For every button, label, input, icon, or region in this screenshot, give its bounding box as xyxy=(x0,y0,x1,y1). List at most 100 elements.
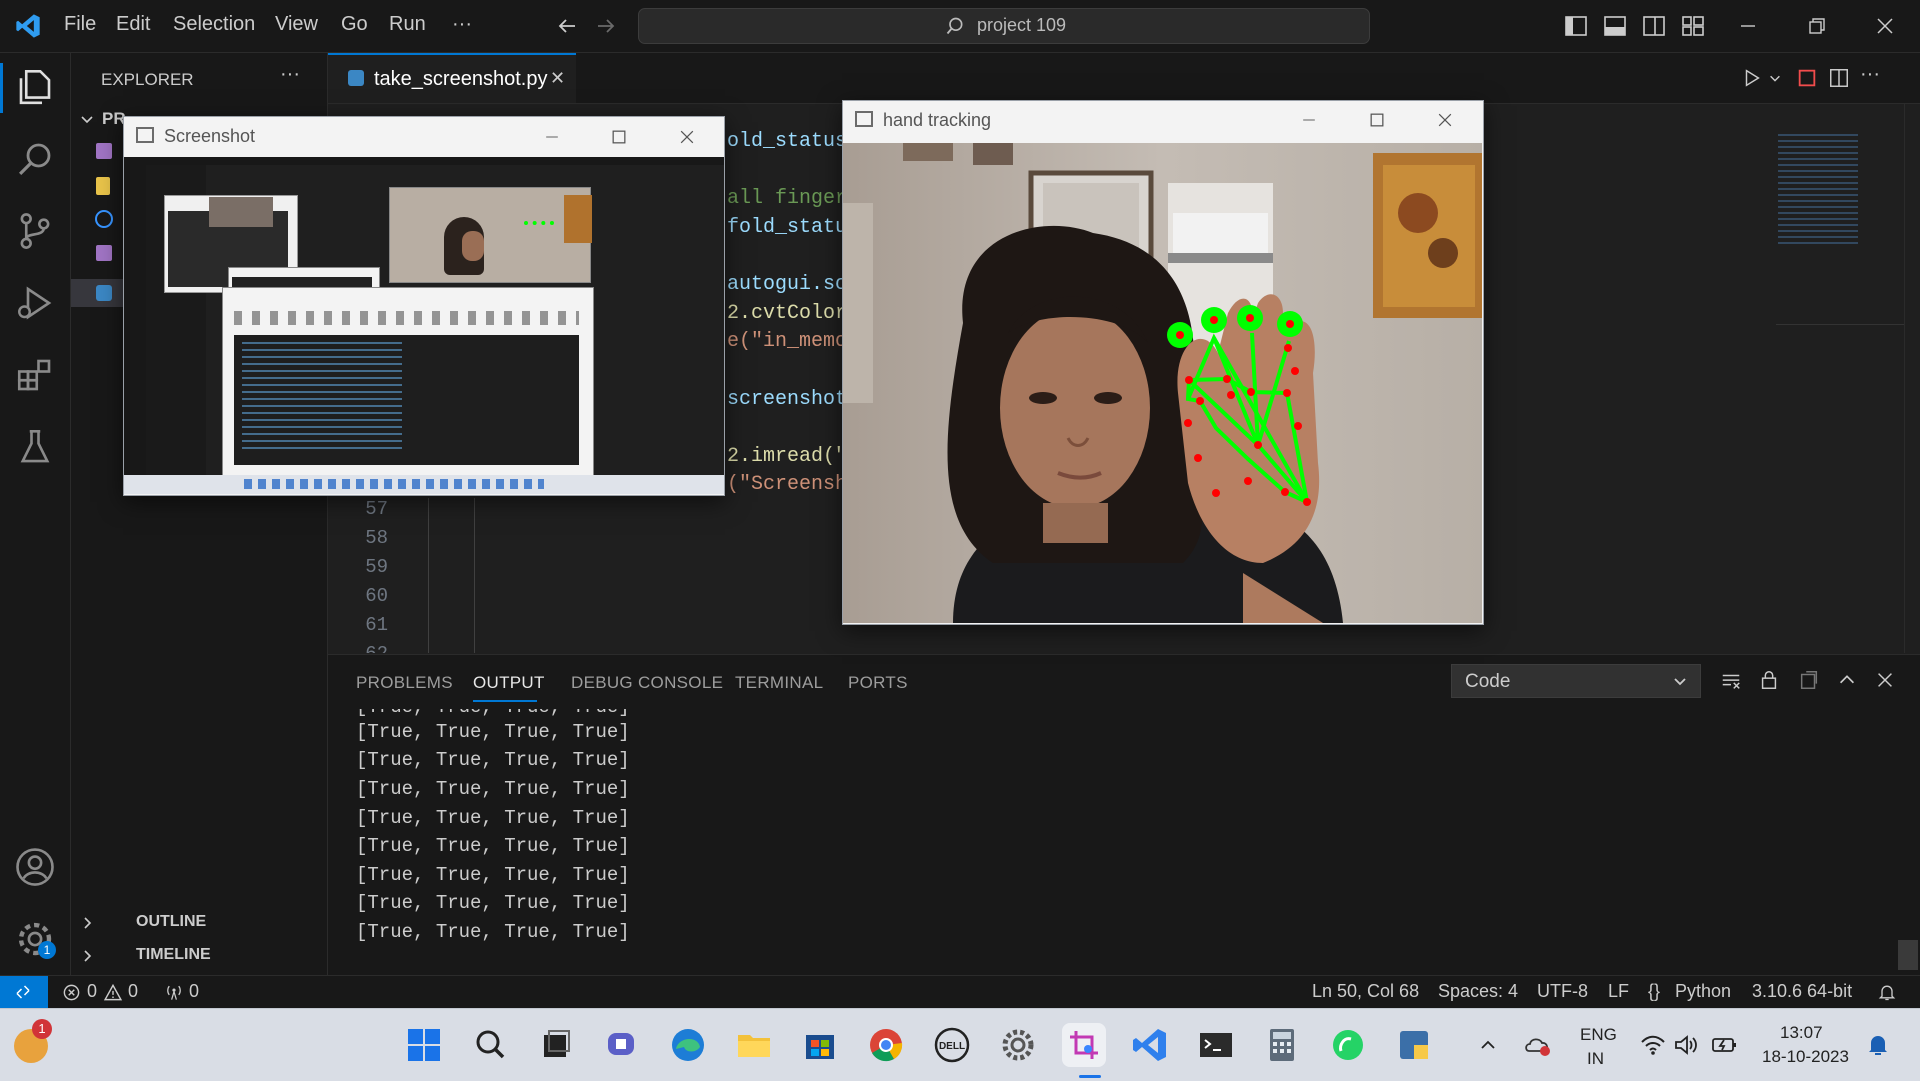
open-in-editor-icon[interactable] xyxy=(1798,669,1820,691)
chevron-right-icon[interactable] xyxy=(79,948,95,964)
screenshot-window[interactable]: Screenshot xyxy=(123,116,725,496)
remote-indicator[interactable] xyxy=(0,976,48,1008)
maximize-icon[interactable] xyxy=(1367,110,1387,130)
testing-flask-icon[interactable] xyxy=(14,426,56,468)
language-mode[interactable]: Python xyxy=(1675,981,1731,1002)
explorer-icon[interactable] xyxy=(14,66,56,108)
tab-terminal[interactable]: TERMINAL xyxy=(735,673,823,693)
clear-output-icon[interactable] xyxy=(1720,670,1742,692)
output-scrollbar-thumb[interactable] xyxy=(1898,940,1918,970)
close-panel-icon[interactable] xyxy=(1874,669,1896,691)
error-count[interactable]: 0 xyxy=(87,981,97,1002)
battery-charging-icon[interactable] xyxy=(1711,1033,1739,1057)
notification-bell-icon[interactable] xyxy=(1866,1032,1890,1058)
search-icon[interactable] xyxy=(468,1023,512,1067)
indentation[interactable]: Spaces: 4 xyxy=(1438,981,1518,1002)
customize-layout-icon[interactable] xyxy=(1681,14,1705,38)
minimap[interactable] xyxy=(1778,134,1858,244)
close-icon[interactable] xyxy=(677,127,697,147)
editor-scrollbar[interactable] xyxy=(1904,104,1920,653)
explorer-more-button[interactable]: ··· xyxy=(280,63,300,86)
hand-tracking-window[interactable]: hand tracking xyxy=(842,100,1484,625)
close-icon[interactable] xyxy=(1435,110,1455,130)
output-channel-select[interactable]: Code xyxy=(1451,664,1701,698)
timeline-section[interactable]: TIMELINE xyxy=(136,946,211,964)
tab-output[interactable]: OUTPUT xyxy=(473,673,545,693)
chrome-browser-icon[interactable] xyxy=(864,1023,908,1067)
vscode-taskbar-icon[interactable] xyxy=(1128,1023,1172,1067)
python-interpreter[interactable]: 3.10.6 64-bit xyxy=(1752,981,1852,1002)
microsoft-store-icon[interactable] xyxy=(798,1023,842,1067)
split-editor-icon[interactable] xyxy=(1828,67,1850,89)
tab-ports[interactable]: PORTS xyxy=(848,673,908,693)
toggle-secondary-sidebar-icon[interactable] xyxy=(1642,14,1666,38)
chevron-down-icon[interactable] xyxy=(1768,71,1782,85)
clock-time[interactable]: 13:07 xyxy=(1780,1023,1823,1043)
language-indicator[interactable]: ENG xyxy=(1580,1025,1617,1045)
stop-icon[interactable] xyxy=(1796,67,1818,89)
tab-close-icon[interactable]: ✕ xyxy=(550,68,565,89)
edge-browser-icon[interactable] xyxy=(666,1023,710,1067)
windows-start-icon[interactable] xyxy=(402,1023,446,1067)
accounts-icon[interactable] xyxy=(14,846,56,888)
show-hidden-icons-chevron-icon[interactable] xyxy=(1479,1037,1497,1053)
minimize-icon[interactable] xyxy=(542,127,562,147)
outline-section[interactable]: OUTLINE xyxy=(136,913,206,931)
run-file-icon[interactable] xyxy=(1741,67,1763,89)
error-icon[interactable] xyxy=(62,983,81,1002)
onedrive-error-icon[interactable] xyxy=(1524,1033,1552,1057)
warning-icon[interactable] xyxy=(103,983,123,1002)
wifi-icon[interactable] xyxy=(1640,1033,1666,1057)
toggle-panel-icon[interactable] xyxy=(1603,14,1627,38)
cursor-position[interactable]: Ln 50, Col 68 xyxy=(1312,981,1419,1002)
menu-edit[interactable]: Edit xyxy=(116,13,150,36)
maximize-icon[interactable] xyxy=(609,127,629,147)
clock-date[interactable]: 18-10-2023 xyxy=(1762,1047,1849,1067)
file-encoding[interactable]: UTF-8 xyxy=(1537,981,1588,1002)
menu-go[interactable]: Go xyxy=(341,13,368,36)
tab-take-screenshot[interactable]: take_screenshot.py ✕ xyxy=(328,53,576,103)
region-indicator[interactable]: IN xyxy=(1587,1049,1604,1069)
volume-icon[interactable] xyxy=(1673,1033,1699,1057)
whatsapp-icon[interactable] xyxy=(1326,1023,1370,1067)
tab-problems[interactable]: PROBLEMS xyxy=(356,673,453,693)
tab-debug-console[interactable]: DEBUG CONSOLE xyxy=(571,673,723,693)
end-of-line[interactable]: LF xyxy=(1608,981,1629,1002)
search-view-icon[interactable] xyxy=(14,138,56,180)
output-content[interactable]: [True, True, True, True] [True, True, Tr… xyxy=(328,709,1898,975)
source-control-icon[interactable] xyxy=(14,210,56,252)
forward-arrow-icon[interactable] xyxy=(594,14,618,38)
ports-broadcast-icon[interactable] xyxy=(164,983,184,1002)
menu-more[interactable]: ··· xyxy=(452,13,472,36)
terminal-icon[interactable] xyxy=(1194,1023,1238,1067)
calculator-icon[interactable] xyxy=(1260,1023,1304,1067)
dell-app-icon[interactable]: DELL xyxy=(930,1023,974,1067)
menu-selection[interactable]: Selection xyxy=(173,13,255,36)
chevron-right-icon[interactable] xyxy=(79,915,95,931)
extensions-icon[interactable] xyxy=(14,354,56,396)
python-app-icon[interactable] xyxy=(1392,1023,1436,1067)
menu-view[interactable]: View xyxy=(275,13,318,36)
warning-count[interactable]: 0 xyxy=(128,981,138,1002)
run-debug-icon[interactable] xyxy=(14,282,56,324)
language-braces-icon[interactable]: {} xyxy=(1648,981,1660,1002)
lock-scroll-icon[interactable] xyxy=(1758,669,1780,691)
close-window-icon[interactable] xyxy=(1873,14,1897,38)
teams-chat-icon[interactable] xyxy=(600,1023,644,1067)
maximize-panel-icon[interactable] xyxy=(1836,669,1858,691)
toggle-sidebar-icon[interactable] xyxy=(1564,14,1588,38)
menu-run[interactable]: Run xyxy=(389,13,426,36)
minimize-icon[interactable] xyxy=(1299,110,1319,130)
snipping-tool-icon[interactable] xyxy=(1062,1023,1106,1067)
notifications-bell-icon[interactable] xyxy=(1877,982,1897,1002)
command-center-search[interactable]: project 109 xyxy=(638,8,1370,44)
back-arrow-icon[interactable] xyxy=(555,14,579,38)
settings-gear-icon[interactable] xyxy=(996,1023,1040,1067)
chevron-down-icon[interactable] xyxy=(79,111,95,127)
menu-file[interactable]: File xyxy=(64,13,96,36)
file-explorer-icon[interactable] xyxy=(732,1023,776,1067)
editor-more-button[interactable]: ··· xyxy=(1860,63,1880,86)
minimize-icon[interactable] xyxy=(1736,14,1760,38)
restore-icon[interactable] xyxy=(1805,14,1829,38)
task-view-icon[interactable] xyxy=(534,1023,578,1067)
